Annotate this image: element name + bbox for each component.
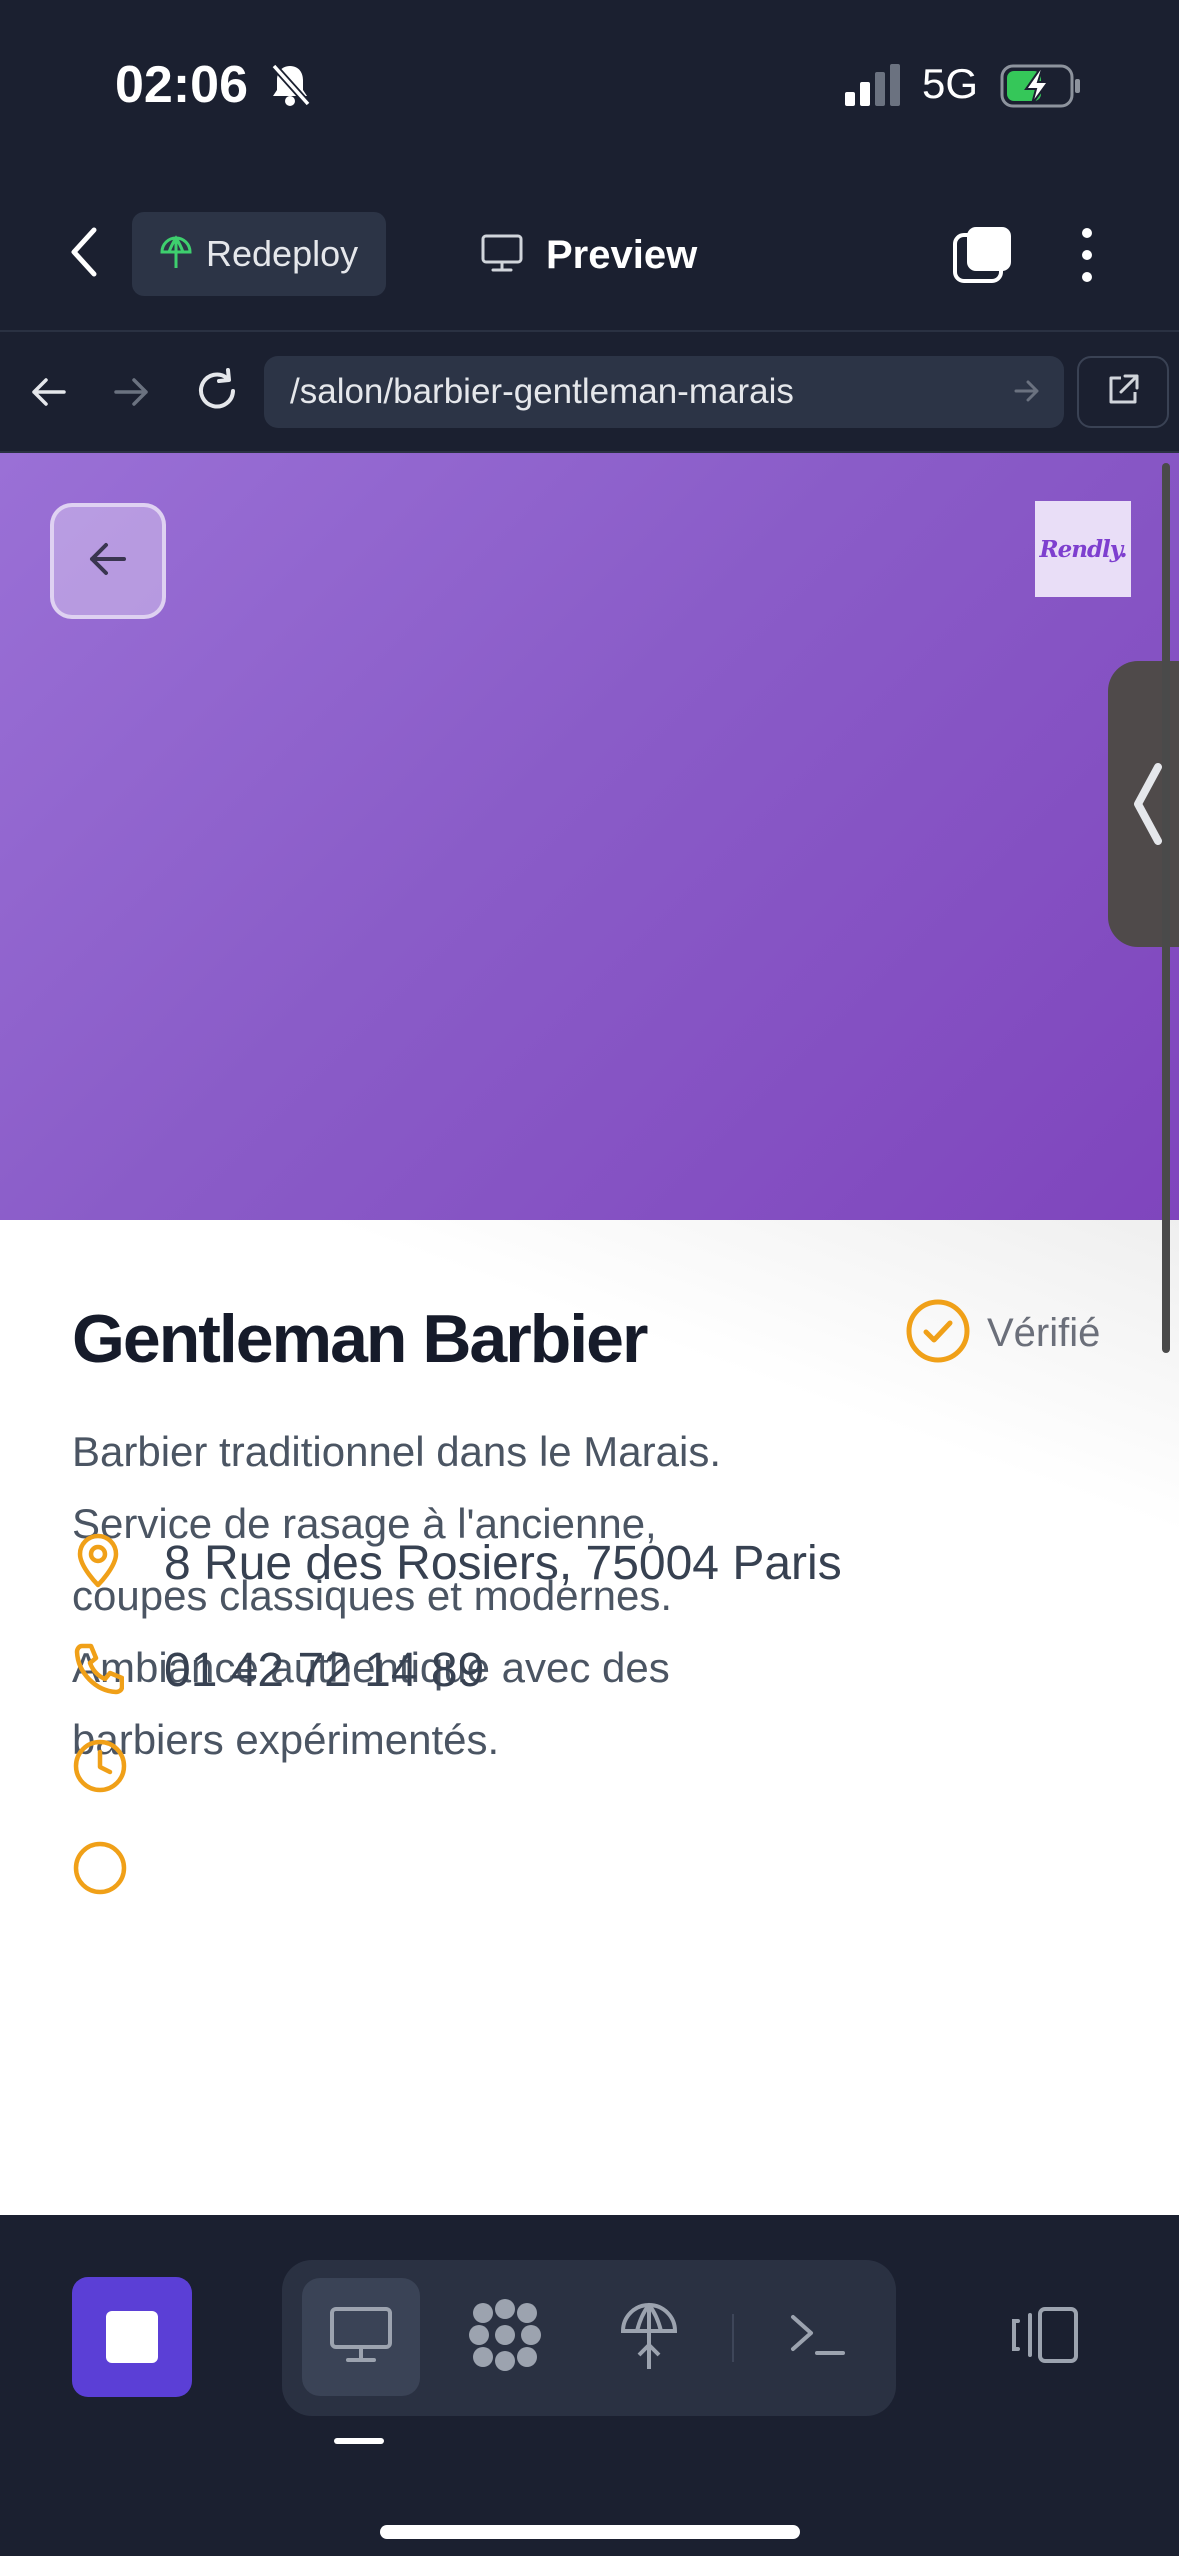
terminal-icon bbox=[787, 2311, 847, 2364]
battery-charging-icon bbox=[1000, 64, 1082, 113]
more-info-row bbox=[72, 1840, 128, 1901]
home-indicator[interactable] bbox=[380, 2525, 800, 2539]
rendly-logo: Rendly. bbox=[1035, 501, 1131, 597]
integrations-view-button[interactable] bbox=[446, 2278, 564, 2396]
layout-icon[interactable] bbox=[1010, 2305, 1080, 2370]
signal-icon bbox=[845, 64, 905, 111]
divider bbox=[732, 2314, 734, 2362]
chevron-left-icon[interactable] bbox=[62, 222, 106, 282]
salon-phone: 01 42 72 14 89 bbox=[164, 1644, 485, 1697]
grid-dots-icon bbox=[467, 2297, 543, 2378]
stop-icon bbox=[106, 2311, 158, 2363]
salon-details: Gentleman Barbier Vérifié Barbier tradit… bbox=[0, 1220, 1179, 2215]
redeploy-label: Redeploy bbox=[206, 233, 359, 274]
reload-icon[interactable] bbox=[192, 366, 242, 421]
redeploy-icon bbox=[158, 234, 194, 275]
url-text: /salon/barbier-gentleman-marais bbox=[290, 372, 794, 411]
hero-banner: Rendly. bbox=[0, 453, 1179, 1220]
open-external-button[interactable] bbox=[1077, 356, 1169, 428]
redeploy-button[interactable]: Redeploy bbox=[132, 212, 386, 296]
phone-icon bbox=[72, 1640, 125, 1701]
arrow-go-icon[interactable] bbox=[1012, 376, 1042, 411]
bell-slash-icon bbox=[268, 62, 312, 113]
preview-view-button[interactable] bbox=[302, 2278, 420, 2396]
description-line: barbiers expérimentés. bbox=[72, 1716, 500, 1763]
preview-label: Preview bbox=[546, 232, 698, 277]
info-icon bbox=[72, 1840, 128, 1901]
deploy-view-button[interactable] bbox=[590, 2278, 708, 2396]
salon-name: Gentleman Barbier bbox=[72, 1301, 648, 1377]
monitor-icon bbox=[328, 2305, 394, 2370]
hours-row bbox=[72, 1738, 168, 1799]
verified-badge: Vérifié bbox=[905, 1298, 1100, 1369]
deploy-icon bbox=[619, 2297, 679, 2378]
status-bar: 02:06 5G bbox=[0, 0, 1179, 175]
description-line: Barbier traditionnel dans le Marais. bbox=[72, 1428, 721, 1475]
logo-text: Rendly. bbox=[1039, 535, 1127, 563]
address-row[interactable]: 8 Rue des Rosiers, 75004 Paris bbox=[72, 1533, 842, 1594]
salon-address: 8 Rue des Rosiers, 75004 Paris bbox=[164, 1537, 842, 1590]
verified-label: Vérifié bbox=[987, 1311, 1101, 1355]
url-input[interactable]: /salon/barbier-gentleman-marais bbox=[264, 356, 1064, 428]
clock-icon bbox=[72, 1738, 128, 1799]
stop-button[interactable] bbox=[72, 2277, 192, 2397]
check-circle-icon bbox=[905, 1298, 971, 1369]
external-link-icon bbox=[1105, 372, 1141, 413]
address-bar-row: /salon/barbier-gentleman-marais bbox=[0, 330, 1179, 453]
salon-description: Barbier traditionnel dans le Marais. Ser… bbox=[72, 1416, 872, 1776]
back-button[interactable] bbox=[50, 503, 166, 619]
map-pin-icon bbox=[72, 1533, 124, 1594]
arrow-left-icon[interactable] bbox=[26, 370, 70, 419]
app-toolbar: Redeploy Preview bbox=[0, 175, 1179, 330]
arrow-right-icon[interactable] bbox=[110, 370, 154, 419]
arrow-left-icon bbox=[84, 535, 132, 588]
preview-button[interactable]: Preview bbox=[480, 222, 697, 288]
network-label: 5G bbox=[922, 60, 979, 107]
web-preview: Rendly. Gentleman Barbier Vérifié Barbie… bbox=[0, 453, 1179, 2215]
terminal-view-button[interactable] bbox=[758, 2278, 876, 2396]
view-switcher bbox=[282, 2260, 896, 2416]
monitor-icon bbox=[480, 233, 524, 278]
scrollbar[interactable] bbox=[1162, 463, 1170, 1353]
active-tab-indicator bbox=[334, 2438, 384, 2444]
kebab-icon[interactable] bbox=[1075, 225, 1099, 290]
tabs-icon[interactable] bbox=[952, 225, 1014, 290]
status-time: 02:06 bbox=[115, 56, 248, 114]
phone-row[interactable]: 01 42 72 14 89 bbox=[72, 1640, 484, 1701]
bottom-dock bbox=[0, 2215, 1179, 2556]
